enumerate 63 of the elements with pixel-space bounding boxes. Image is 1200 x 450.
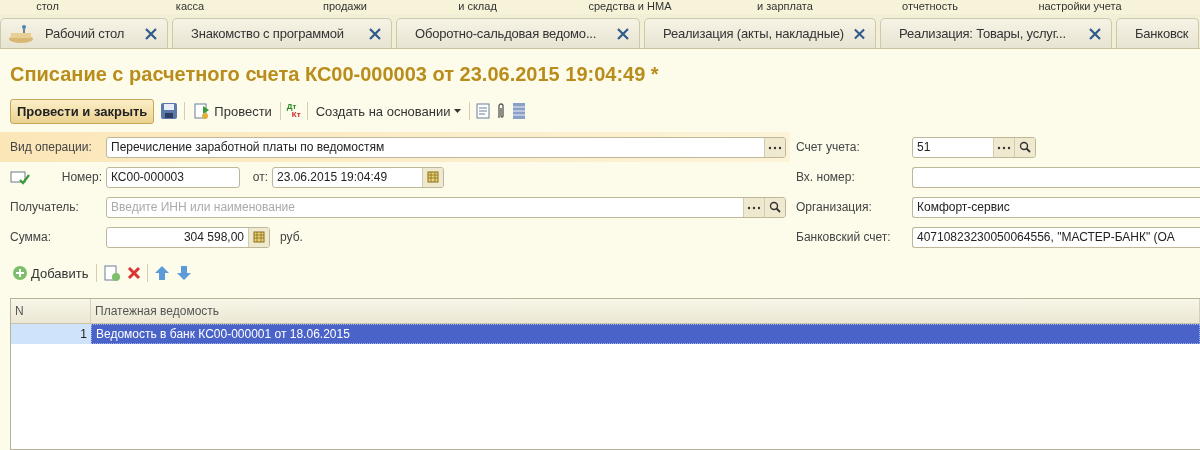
close-icon xyxy=(369,27,381,40)
search-icon xyxy=(769,201,781,213)
document-title: Списание с расчетного счета КС00-000003 от 23.06.2015 19:04:49 * xyxy=(9,62,660,87)
tab[interactable]: Реализация (акты, накладные) xyxy=(644,18,876,48)
amount-field[interactable]: 304 598,00 xyxy=(106,226,270,248)
close-icon xyxy=(1089,27,1101,40)
document-icon xyxy=(475,103,490,119)
calendar-icon xyxy=(427,171,439,183)
tab[interactable]: Оборотно-сальдовая ведомо... xyxy=(396,18,640,48)
ellipsis-icon xyxy=(747,204,761,210)
tab[interactable]: Реализация: Товары, услуг... xyxy=(880,18,1112,48)
currency-label: руб. xyxy=(280,230,303,244)
field-label: Получатель: xyxy=(10,200,80,214)
debit-credit-icon[interactable]: Дт Кт xyxy=(286,103,301,119)
input-field[interactable]: 40710823230050064556, "МАСТЕР-БАНК" (ОА xyxy=(912,226,1200,248)
number-field[interactable]: КС00-000003 xyxy=(106,166,240,188)
list-icon xyxy=(511,102,526,120)
close-icon xyxy=(145,27,157,40)
input-field[interactable]: Комфорт-сервис xyxy=(912,196,1200,218)
create-based-on-button[interactable]: Создать на основании xyxy=(313,101,463,121)
calculator-icon xyxy=(253,231,265,243)
close-icon xyxy=(617,27,629,40)
plus-circle-icon xyxy=(12,265,28,281)
tab[interactable]: Знакомство с программой xyxy=(172,18,392,48)
desk-icon xyxy=(7,23,35,44)
search-icon xyxy=(1019,141,1031,153)
menu-item[interactable]: стол xyxy=(0,0,95,14)
operation-field[interactable]: Перечисление заработной платы по ведомостям xyxy=(106,136,786,158)
ellipsis-icon xyxy=(768,144,782,150)
column-header[interactable]: Платежная ведомость xyxy=(91,299,1200,323)
ellipsis-icon xyxy=(997,144,1011,150)
menu-item[interactable]: касса xyxy=(95,0,285,14)
field-label: Организация: xyxy=(796,200,873,214)
delete-icon xyxy=(127,266,142,280)
add-button[interactable]: Добавить xyxy=(10,263,91,283)
menu-item[interactable]: средства и НМА xyxy=(550,0,710,14)
save-icon xyxy=(160,102,179,120)
field-label: Вх. номер: xyxy=(796,170,856,184)
field-label: Вид операции: xyxy=(10,140,93,154)
arrow-down-icon xyxy=(176,265,193,281)
field-label: от: xyxy=(251,170,268,184)
arrow-up-icon xyxy=(154,265,171,281)
menu-item[interactable]: продажи xyxy=(285,0,405,14)
date-field[interactable]: 23.06.2015 19:04:49 xyxy=(272,166,444,188)
menu-item[interactable]: и зарплата xyxy=(710,0,860,14)
column-header[interactable]: N xyxy=(11,299,91,323)
caret-icon xyxy=(453,108,461,114)
field-label: Сумма: xyxy=(10,230,53,244)
menu-item[interactable]: отчетность xyxy=(860,0,1000,14)
input-field[interactable] xyxy=(912,166,1200,188)
field-label: Счет учета: xyxy=(796,140,861,154)
post-button[interactable]: Провести xyxy=(191,100,274,122)
menu-item[interactable]: и склад xyxy=(405,0,550,14)
tab[interactable]: Рабочий стол xyxy=(0,18,168,48)
field-label: Номер: xyxy=(60,170,102,184)
close-icon xyxy=(854,27,865,40)
field-label: Банковский счет: xyxy=(796,230,892,244)
menu-item[interactable]: настройки учета xyxy=(1000,0,1160,14)
document-check-icon xyxy=(10,169,30,185)
paperclip-icon xyxy=(495,102,506,120)
post-and-close-button[interactable]: Провести и закрыть xyxy=(10,98,155,124)
tab[interactable]: Банковск xyxy=(1116,18,1200,48)
account-field[interactable]: 51 xyxy=(912,136,1036,158)
